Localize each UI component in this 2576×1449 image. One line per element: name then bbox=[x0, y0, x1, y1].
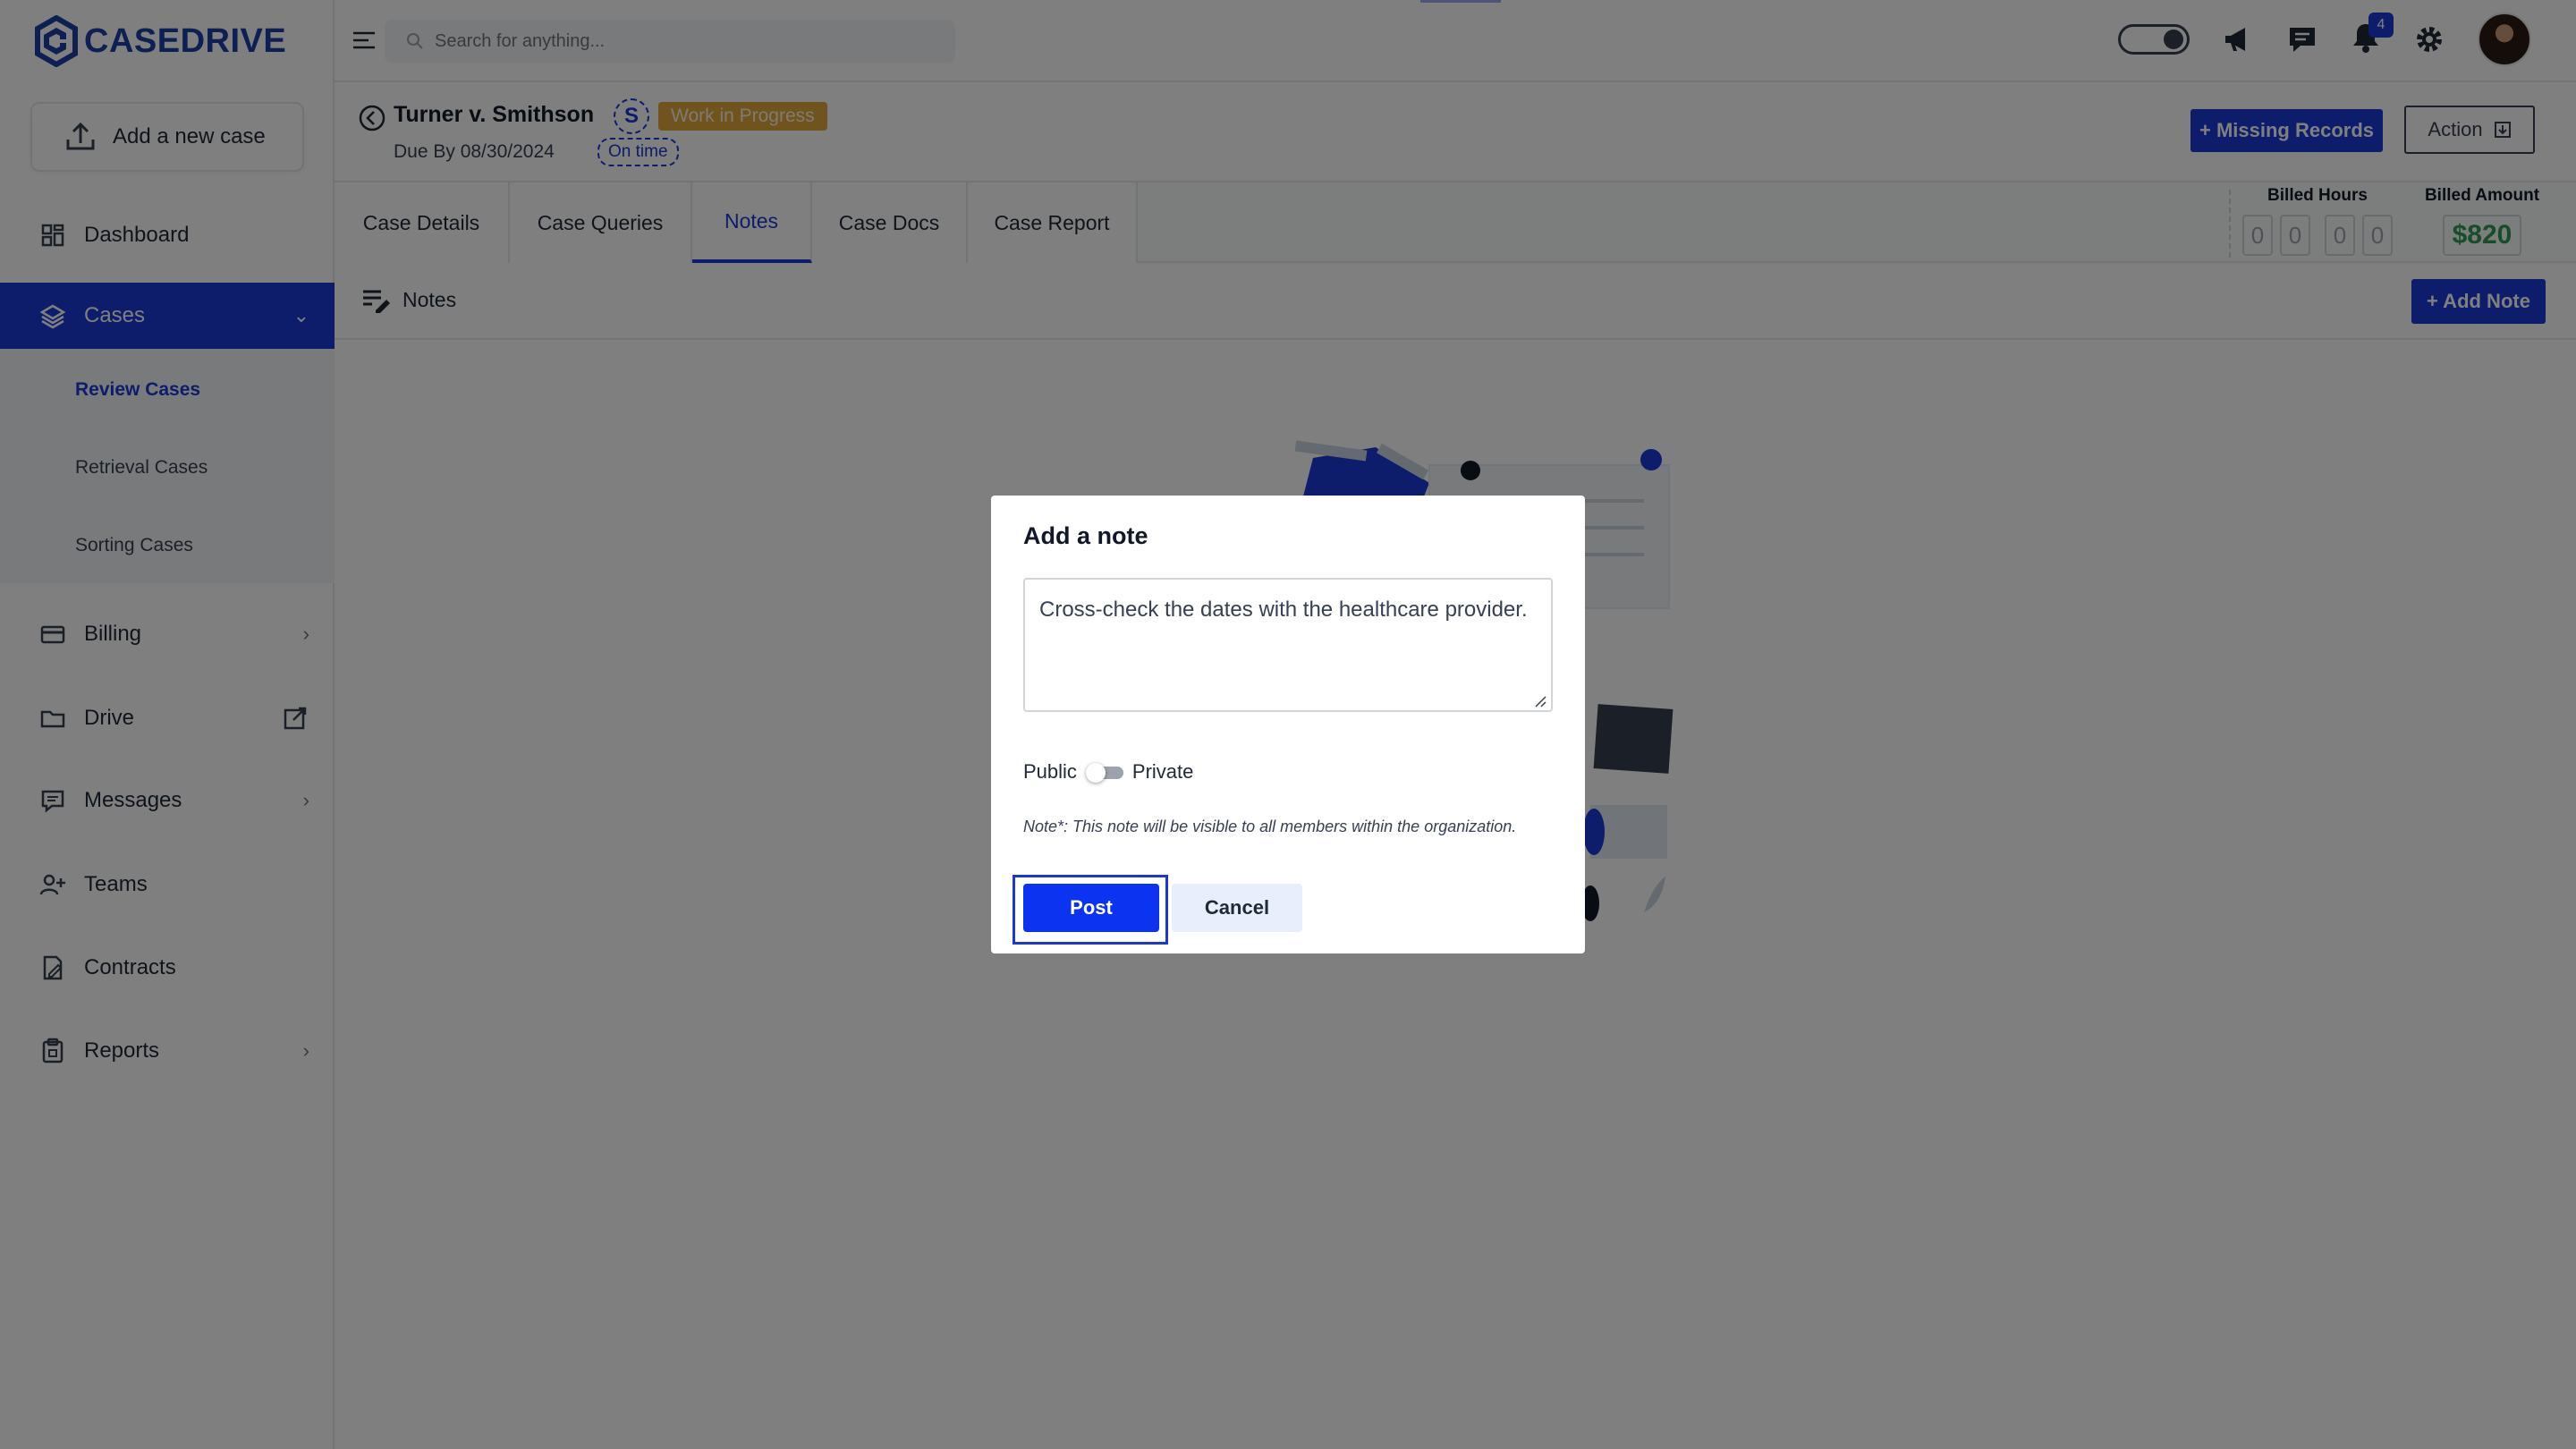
add-note-modal: Add a note Cross-check the dates with th… bbox=[991, 496, 1585, 953]
visibility-toggle[interactable] bbox=[1085, 763, 1123, 783]
modal-title: Add a note bbox=[1023, 522, 1148, 549]
visibility-info-text: Note*: This note will be visible to all … bbox=[1023, 818, 1517, 835]
note-textarea[interactable]: Cross-check the dates with the healthcar… bbox=[1023, 578, 1553, 712]
post-button[interactable]: Post bbox=[1023, 884, 1159, 932]
resize-handle-icon[interactable] bbox=[1533, 694, 1547, 708]
private-label: Private bbox=[1131, 760, 1194, 783]
public-label: Public bbox=[1023, 760, 1077, 783]
cancel-button[interactable]: Cancel bbox=[1172, 884, 1302, 932]
visibility-toggle-row: Public Private bbox=[1023, 760, 1193, 784]
